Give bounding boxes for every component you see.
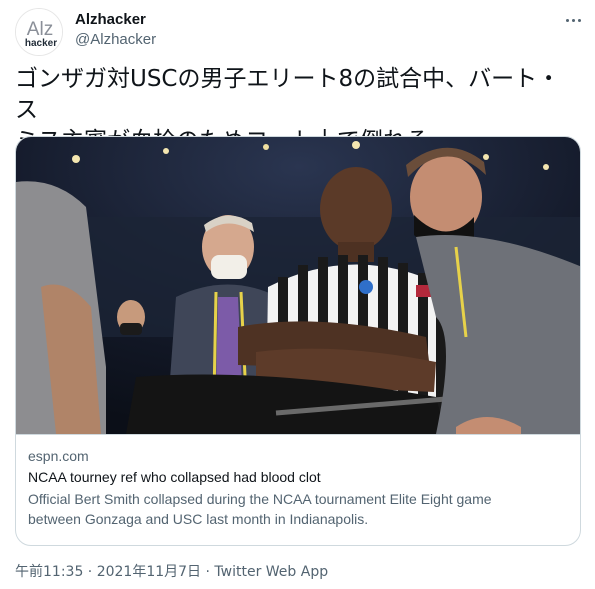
tweet-meta: 午前11:35 · 2021年11月7日 · Twitter Web App [15, 562, 328, 582]
avatar-logo-icon: Alz hacker [16, 9, 62, 55]
more-horizontal-icon[interactable] [561, 10, 585, 30]
meta-separator: · [201, 564, 215, 580]
avatar[interactable]: Alz hacker [15, 8, 63, 56]
source-link[interactable]: Twitter Web App [214, 564, 328, 580]
card-description-line: between Gonzaga and USC last month in In… [28, 511, 369, 527]
card-description-line: Official Bert Smith collapsed during the… [28, 491, 492, 507]
author-display-name[interactable]: Alzhacker [75, 10, 156, 30]
svg-text:Alz: Alz [27, 19, 53, 40]
tweet: Alz hacker Alzhacker @Alzhacker ゴンザガ対USC… [0, 0, 595, 589]
author-block: Alzhacker @Alzhacker [75, 10, 156, 50]
timestamp[interactable]: 午前11:35 · 2021年11月7日 [15, 564, 201, 580]
card-image[interactable] [16, 137, 580, 434]
link-card[interactable]: espn.com NCAA tourney ref who collapsed … [15, 136, 581, 546]
card-photo [16, 137, 580, 434]
tweet-header: Alz hacker Alzhacker @Alzhacker [15, 8, 585, 56]
svg-text:hacker: hacker [25, 38, 57, 49]
card-description: Official Bert Smith collapsed during the… [28, 489, 570, 529]
card-domain: espn.com [28, 448, 89, 464]
author-handle[interactable]: @Alzhacker [75, 30, 156, 50]
tweet-text-line: ゴンザガ対USCの男子エリート8の試合中、バート・ス [15, 66, 561, 123]
card-title[interactable]: NCAA tourney ref who collapsed had blood… [28, 467, 570, 487]
card-body: espn.com NCAA tourney ref who collapsed … [16, 434, 580, 529]
